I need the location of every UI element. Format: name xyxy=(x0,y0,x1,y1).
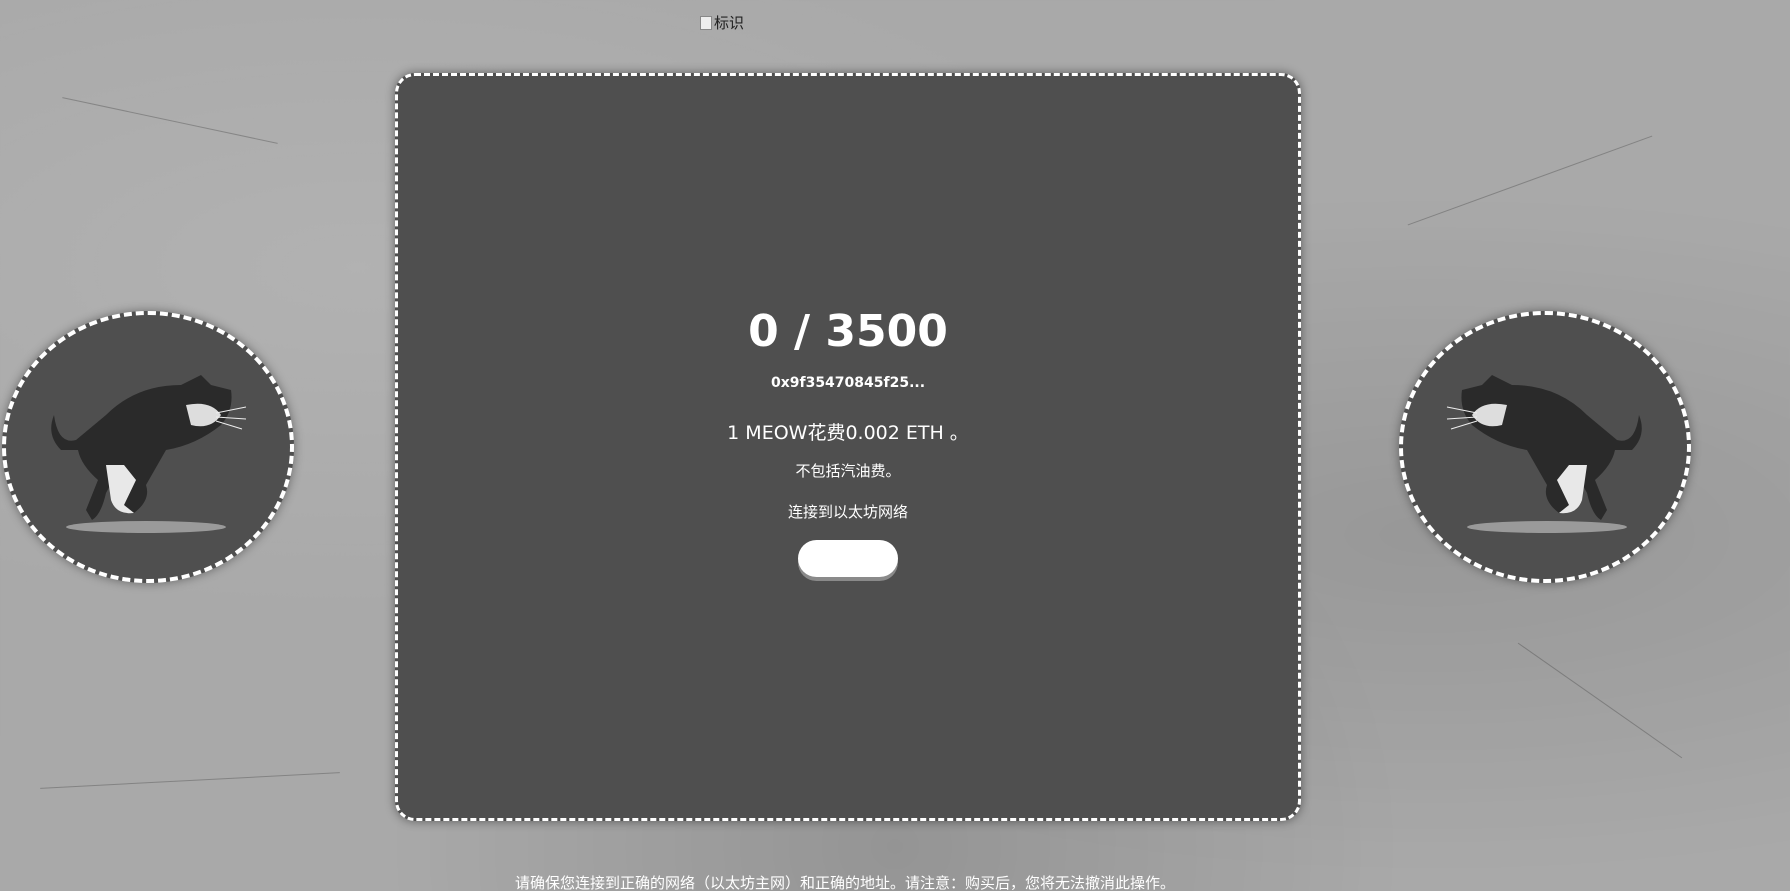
connect-button[interactable] xyxy=(798,540,898,577)
background-texture xyxy=(1407,135,1653,226)
contract-address-link[interactable]: 0x9f35470845f25... xyxy=(398,375,1298,391)
mint-panel: 0 / 3500 0x9f35470845f25... 1 MEOW花费0.00… xyxy=(395,73,1301,821)
network-prompt: 连接到以太坊网络 xyxy=(787,503,908,521)
background-texture xyxy=(40,772,340,789)
site-logo[interactable]: 标识 xyxy=(700,12,744,33)
gas-note: 不包括汽油费。 xyxy=(795,462,901,480)
background-texture xyxy=(1517,642,1683,759)
cat-image-right xyxy=(1399,311,1691,583)
price-text: 1 MEOW花费0.002 ETH 。 xyxy=(727,422,969,444)
broken-image-icon xyxy=(700,15,712,30)
logo-alt-text: 标识 xyxy=(714,14,745,32)
background-texture xyxy=(62,97,278,144)
cat-image-left xyxy=(2,311,294,583)
jumping-cat-icon xyxy=(1446,375,1642,533)
jumping-cat-icon xyxy=(51,375,247,533)
mint-counter: 0 / 3500 xyxy=(748,306,948,357)
footer-notice: 请确保您连接到正确的网络（以太坊主网）和正确的地址。请注意：购买后，您将无法撤消… xyxy=(514,874,1175,891)
